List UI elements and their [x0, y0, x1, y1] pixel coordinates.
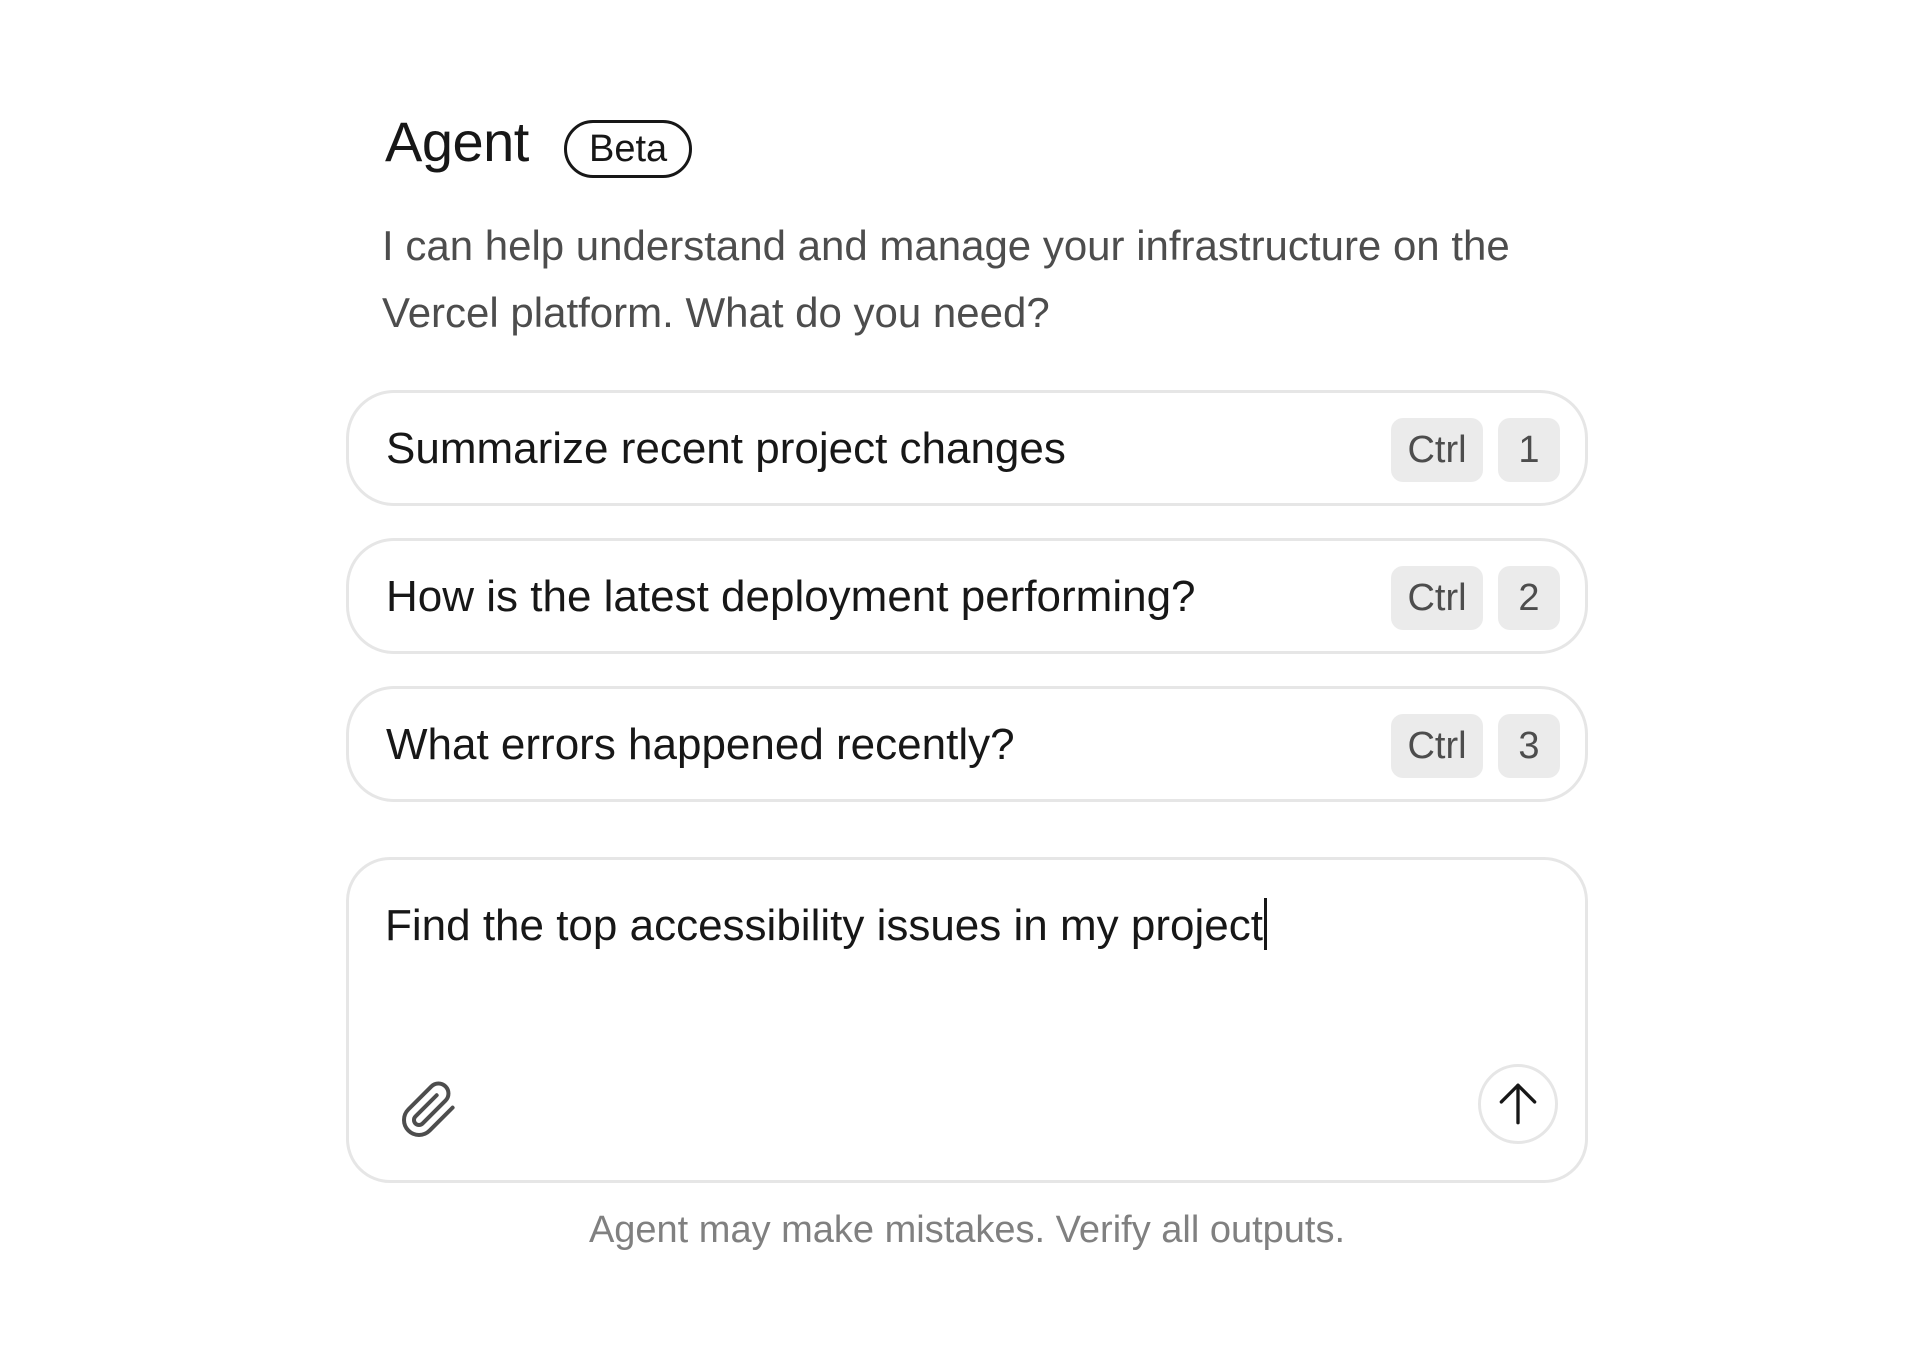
message-input-value: Find the top accessibility issues in my …: [385, 901, 1263, 950]
suggestion-deployment-performance[interactable]: How is the latest deployment performing?…: [346, 538, 1588, 654]
arrow-up-icon: [1499, 1083, 1537, 1125]
shortcut-number-key: 2: [1498, 566, 1560, 630]
send-button[interactable]: [1478, 1064, 1558, 1144]
suggestion-label: How is the latest deployment performing?: [386, 572, 1196, 621]
suggestion-recent-errors[interactable]: What errors happened recently? Ctrl 3: [346, 686, 1588, 802]
disclaimer-text: Agent may make mistakes. Verify all outp…: [588, 1209, 1346, 1251]
message-composer[interactable]: Find the top accessibility issues in my …: [346, 857, 1588, 1183]
agent-description: I can help understand and manage your in…: [382, 222, 1510, 336]
shortcut-number-key: 3: [1498, 714, 1560, 778]
text-caret: [1263, 898, 1267, 950]
suggestion-label: Summarize recent project changes: [386, 424, 1066, 473]
shortcut-number-key: 1: [1498, 418, 1560, 482]
page-title: Agent: [385, 110, 529, 173]
shortcut-modifier-key: Ctrl: [1391, 418, 1483, 482]
suggestion-label: What errors happened recently?: [386, 720, 1015, 769]
message-input[interactable]: Find the top accessibility issues in my …: [385, 898, 1267, 954]
attach-button[interactable]: [399, 1080, 459, 1140]
shortcut-modifier-key: Ctrl: [1391, 714, 1483, 778]
shortcut-modifier-key: Ctrl: [1391, 566, 1483, 630]
suggestion-summarize-changes[interactable]: Summarize recent project changes Ctrl 1: [346, 390, 1588, 506]
paperclip-icon: [402, 1081, 455, 1137]
beta-badge: Beta: [564, 120, 693, 178]
agent-header: Agent Beta: [346, 100, 1588, 202]
agent-panel: Agent Beta I can help understand and man…: [346, 100, 1588, 1251]
